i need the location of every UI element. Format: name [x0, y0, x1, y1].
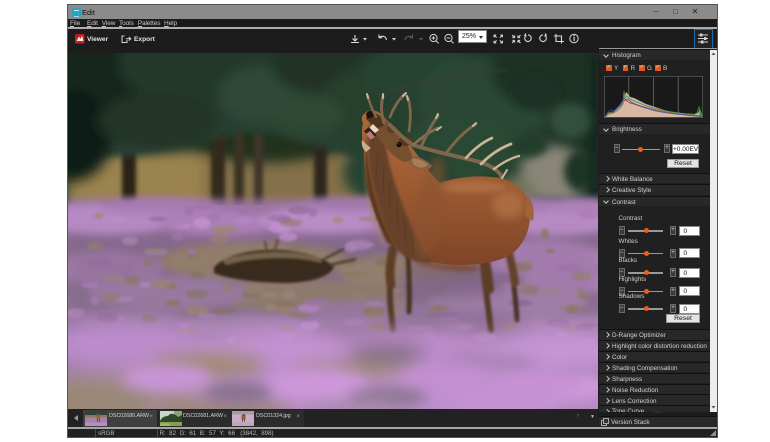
svg-text:Export: Export [134, 36, 156, 43]
svg-text:Viewer: Viewer [87, 36, 109, 43]
